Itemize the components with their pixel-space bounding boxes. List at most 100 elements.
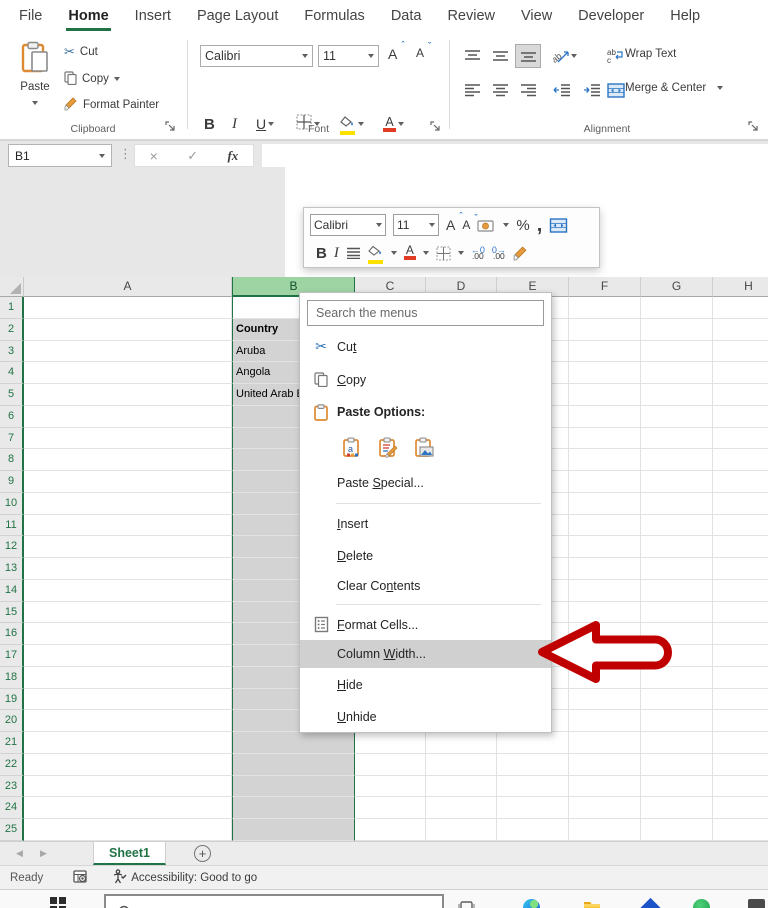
accessibility-status[interactable]: Accessibility: Good to go: [112, 868, 257, 887]
cell-G4[interactable]: [641, 362, 713, 384]
sheet-nav-right-icon[interactable]: ▶: [40, 848, 47, 859]
cell-A3[interactable]: [24, 340, 232, 363]
cell-A19[interactable]: [24, 688, 232, 711]
row-header-1[interactable]: 1: [0, 297, 24, 319]
mini-bold-button[interactable]: B: [316, 245, 327, 262]
mini-merge-center-button[interactable]: [549, 217, 568, 233]
paste-button[interactable]: Paste: [12, 41, 58, 115]
cancel-icon[interactable]: ×: [150, 148, 158, 164]
cell-B25[interactable]: [232, 819, 355, 841]
row-header-17[interactable]: 17: [0, 645, 24, 667]
paste-formatting-icon[interactable]: [376, 436, 400, 460]
cell-A8[interactable]: [24, 449, 232, 471]
row-header-10[interactable]: 10: [0, 492, 24, 515]
menu-item-unhide[interactable]: Unhide: [300, 701, 551, 733]
add-sheet-button[interactable]: +: [194, 845, 211, 862]
cell-G24[interactable]: [641, 797, 713, 819]
cell-H25[interactable]: [713, 819, 768, 841]
cell-A4[interactable]: [24, 362, 232, 384]
cell-H21[interactable]: [713, 732, 768, 754]
cell-A22[interactable]: [24, 753, 232, 776]
cell-A9[interactable]: [24, 471, 232, 493]
cell-H1[interactable]: [713, 297, 768, 319]
menu-search-input[interactable]: [307, 300, 544, 326]
cell-E25[interactable]: [497, 819, 569, 841]
font-name-select[interactable]: Calibri: [200, 45, 313, 67]
cell-F2[interactable]: [569, 318, 641, 341]
row-header-8[interactable]: 8: [0, 449, 24, 471]
cell-A5[interactable]: [24, 384, 232, 406]
menu-item-insert[interactable]: Insert: [300, 508, 551, 540]
name-box-caret-icon[interactable]: [99, 153, 105, 158]
cell-H8[interactable]: [713, 449, 768, 471]
cell-F1[interactable]: [569, 297, 641, 319]
cell-D21[interactable]: [426, 732, 497, 754]
cell-A25[interactable]: [24, 819, 232, 841]
dropbox-icon[interactable]: [639, 897, 662, 908]
cell-F5[interactable]: [569, 384, 641, 406]
cell-H12[interactable]: [713, 536, 768, 558]
cell-H5[interactable]: [713, 384, 768, 406]
tab-developer[interactable]: Developer: [565, 0, 657, 32]
row-header-14[interactable]: 14: [0, 579, 24, 602]
cell-A16[interactable]: [24, 623, 232, 645]
row-header-3[interactable]: 3: [0, 340, 24, 363]
paste-picture-icon[interactable]: [412, 436, 436, 460]
row-header-6[interactable]: 6: [0, 405, 24, 428]
cell-A18[interactable]: [24, 666, 232, 689]
menu-item-format-cells[interactable]: Format Cells...: [300, 609, 551, 640]
cell-F11[interactable]: [569, 514, 641, 537]
row-header-18[interactable]: 18: [0, 666, 24, 689]
menu-item-hide[interactable]: Hide: [300, 668, 551, 701]
tab-insert[interactable]: Insert: [122, 0, 184, 32]
cell-G23[interactable]: [641, 775, 713, 798]
mini-font-size-select[interactable]: 11: [393, 214, 439, 236]
cell-G10[interactable]: [641, 492, 713, 515]
mini-format-painter-button[interactable]: [513, 245, 528, 261]
cell-D24[interactable]: [426, 797, 497, 819]
cell-F6[interactable]: [569, 405, 641, 428]
cell-G5[interactable]: [641, 384, 713, 406]
cell-D25[interactable]: [426, 819, 497, 841]
cell-E23[interactable]: [497, 775, 569, 798]
align-right-button[interactable]: [516, 79, 540, 101]
font-dialog-launcher[interactable]: [430, 121, 443, 134]
cell-F22[interactable]: [569, 753, 641, 776]
cell-H7[interactable]: [713, 428, 768, 450]
menu-item-delete[interactable]: Delete: [300, 540, 551, 572]
tab-page-layout[interactable]: Page Layout: [184, 0, 291, 32]
paste-values-icon[interactable]: a: [340, 436, 364, 460]
percent-style-button[interactable]: %: [516, 217, 529, 234]
cell-E22[interactable]: [497, 753, 569, 776]
row-header-16[interactable]: 16: [0, 623, 24, 645]
cell-G7[interactable]: [641, 427, 713, 450]
cell-H2[interactable]: [713, 319, 768, 341]
cell-A17[interactable]: [24, 645, 232, 667]
tab-formulas[interactable]: Formulas: [291, 0, 377, 32]
cell-A21[interactable]: [24, 732, 232, 754]
cell-F4[interactable]: [569, 362, 641, 384]
cell-D23[interactable]: [426, 775, 497, 798]
mini-font-name-select[interactable]: Calibri: [310, 214, 386, 236]
menu-item-clear-contents[interactable]: Clear Contents: [300, 572, 551, 600]
cell-B23[interactable]: [232, 775, 355, 798]
cell-F8[interactable]: [569, 449, 641, 471]
cell-F9[interactable]: [569, 471, 641, 493]
edge-browser-icon[interactable]: [523, 899, 540, 908]
cell-H23[interactable]: [713, 776, 768, 798]
cell-H20[interactable]: [713, 710, 768, 732]
cell-A14[interactable]: [24, 579, 232, 602]
accounting-format-button[interactable]: [477, 219, 496, 232]
cell-F12[interactable]: [569, 536, 641, 558]
cell-G12[interactable]: [641, 536, 713, 558]
cell-H24[interactable]: [713, 797, 768, 819]
cell-G9[interactable]: [641, 471, 713, 493]
cell-H3[interactable]: [713, 341, 768, 363]
cell-A20[interactable]: [24, 710, 232, 732]
cell-E24[interactable]: [497, 797, 569, 819]
align-center-button[interactable]: [488, 79, 512, 101]
green-app-icon[interactable]: [693, 899, 710, 908]
cell-A24[interactable]: [24, 797, 232, 819]
row-header-5[interactable]: 5: [0, 384, 24, 406]
align-middle-button[interactable]: [488, 45, 512, 67]
